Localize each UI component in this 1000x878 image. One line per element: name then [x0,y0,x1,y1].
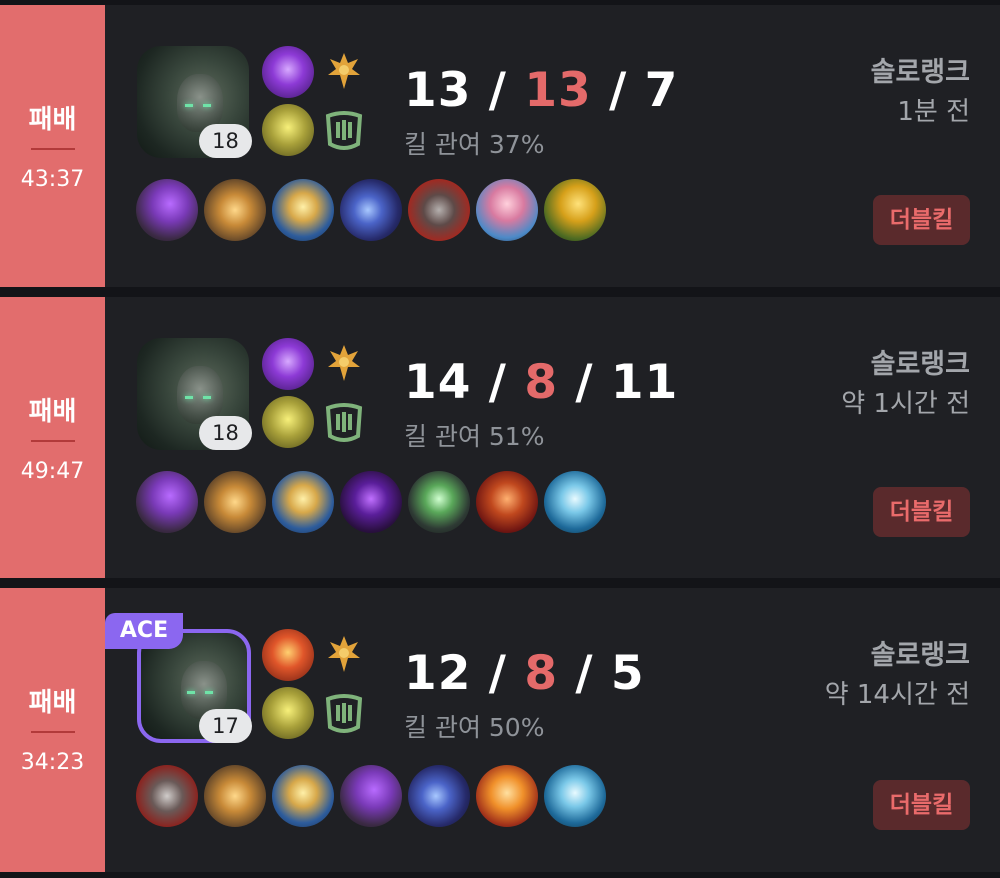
ace-badge: ACE [105,613,183,649]
dark-mask-item-icon[interactable] [340,471,402,533]
gold-conqueror-rune-icon[interactable] [322,49,366,93]
purple-armor-item-icon[interactable] [340,765,402,827]
deaths: 13 [524,63,592,118]
red-ignite-spell-icon[interactable] [262,629,314,681]
purple-armor-item-icon[interactable] [136,179,198,241]
multikill-badge: 더블킬 [873,780,970,830]
match-card[interactable]: 패배 49:47 18 14 / 8 / 11 킬 관여 51% 솔로랭크 약 … [0,297,1000,578]
assists: 7 [644,63,679,118]
divider [31,148,75,150]
purple-flash-spell-icon[interactable] [262,338,314,390]
kill-participation: 킬 관여 51% [404,422,545,451]
champion-level-badge: 18 [199,124,252,158]
champion-level-badge: 17 [199,709,252,743]
kills: 13 [404,63,472,118]
golden-core-item-icon[interactable] [204,471,266,533]
time-ago: 1분 전 [897,97,970,127]
blue-orb-item-icon[interactable] [544,765,606,827]
result-label: 패배 [28,397,77,427]
result-label: 패배 [28,688,77,718]
kda-score: 13 / 13 / 7 [404,63,679,118]
match-card[interactable]: 패배 43:37 18 13 / 13 / 7 킬 관여 37% 솔로랭크 1분… [0,5,1000,287]
deaths: 8 [524,355,559,410]
kills: 12 [404,646,472,701]
hourglass-item-icon[interactable] [272,765,334,827]
time-ago: 약 1시간 전 [841,389,970,419]
kills: 14 [404,355,472,410]
game-duration: 34:23 [20,750,85,775]
divider [31,731,75,733]
multikill-badge: 더블킬 [873,487,970,537]
purple-armor-item-icon[interactable] [136,471,198,533]
kda-score: 14 / 8 / 11 [404,355,679,410]
queue-type: 솔로랭크 [870,57,970,88]
kda-score: 12 / 8 / 5 [404,646,645,701]
gold-ward-item-icon[interactable] [544,179,606,241]
game-duration: 43:37 [20,167,85,192]
red-boots-item-icon[interactable] [408,179,470,241]
blue-blade-item-icon[interactable] [408,765,470,827]
blue-blade-item-icon[interactable] [340,179,402,241]
assists: 5 [610,646,645,701]
golden-core-item-icon[interactable] [204,179,266,241]
queue-type: 솔로랭크 [870,640,970,671]
gold-conqueror-rune-icon[interactable] [322,632,366,676]
assists: 11 [610,355,679,410]
hourglass-item-icon[interactable] [272,471,334,533]
queue-type: 솔로랭크 [870,349,970,380]
green-ghost-spell-icon[interactable] [262,687,314,739]
kill-participation: 킬 관여 50% [404,713,545,742]
game-duration: 49:47 [20,459,85,484]
result-panel: 패배 43:37 [0,5,105,287]
deaths: 8 [524,646,559,701]
green-ghost-spell-icon[interactable] [262,104,314,156]
multikill-badge: 더블킬 [873,195,970,245]
result-panel: 패배 49:47 [0,297,105,578]
gold-conqueror-rune-icon[interactable] [322,341,366,385]
result-label: 패배 [28,105,77,135]
blue-orb-item-icon[interactable] [544,471,606,533]
time-ago: 약 14시간 전 [824,680,970,710]
red-gauntlet-item-icon[interactable] [476,471,538,533]
hourglass-item-icon[interactable] [272,179,334,241]
kill-participation: 킬 관여 37% [404,130,545,159]
green-ghost-spell-icon[interactable] [262,396,314,448]
golden-core-item-icon[interactable] [204,765,266,827]
green-resolve-rune-icon[interactable] [322,400,366,444]
orange-orb-item-icon[interactable] [476,765,538,827]
purple-flash-spell-icon[interactable] [262,46,314,98]
pink-figure-item-icon[interactable] [476,179,538,241]
champion-level-badge: 18 [199,416,252,450]
red-boots-item-icon[interactable] [136,765,198,827]
green-resolve-rune-icon[interactable] [322,108,366,152]
divider [31,440,75,442]
result-panel: 패배 34:23 [0,588,105,872]
green-resolve-rune-icon[interactable] [322,691,366,735]
green-armor-item-icon[interactable] [408,471,470,533]
